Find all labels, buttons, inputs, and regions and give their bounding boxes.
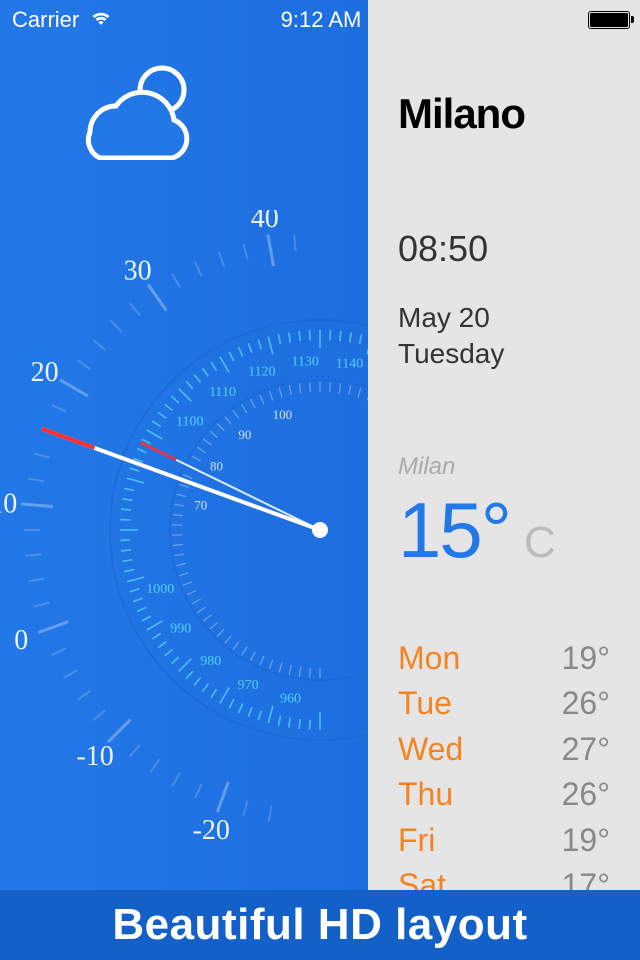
status-left: Carrier (0, 7, 218, 33)
carrier-label: Carrier (12, 7, 79, 33)
svg-text:990: 990 (170, 622, 191, 637)
forecast-day: Fri (398, 818, 435, 863)
forecast-row[interactable]: Fri 19° (398, 818, 640, 863)
forecast-row[interactable]: Wed 27° (398, 727, 640, 772)
forecast-temp: 19° (562, 818, 610, 863)
temperature-value: 15° (398, 485, 510, 576)
date-value: May 20 (398, 300, 640, 336)
forecast-day: Thu (398, 772, 453, 817)
date-display: May 20 Tuesday (398, 300, 640, 373)
battery-icon (588, 11, 630, 29)
status-time: 9:12 AM (218, 7, 424, 33)
svg-text:20: 20 (31, 357, 59, 388)
svg-text:-10: -10 (76, 741, 113, 772)
main-content: 403020100-10-20 115011401130112011101100… (0, 0, 640, 890)
weather-condition-icon (70, 60, 200, 165)
svg-text:100: 100 (273, 407, 293, 422)
svg-text:1120: 1120 (248, 364, 275, 379)
promo-banner: Beautiful HD layout (0, 890, 640, 960)
forecast-temp: 26° (562, 772, 610, 817)
svg-text:10: 10 (0, 488, 17, 519)
forecast-row[interactable]: Mon 19° (398, 636, 640, 681)
svg-text:80: 80 (210, 458, 223, 473)
forecast-row[interactable]: Thu 26° (398, 772, 640, 817)
svg-text:1100: 1100 (176, 415, 203, 430)
svg-text:0: 0 (14, 625, 28, 656)
svg-text:1140: 1140 (336, 357, 363, 372)
svg-text:90: 90 (238, 427, 251, 442)
weather-location: Milan (398, 453, 640, 481)
gauge-dial: 403020100-10-20 115011401130112011101100… (0, 210, 368, 850)
svg-text:70: 70 (194, 498, 207, 513)
forecast-row[interactable]: Tue 26° (398, 681, 640, 726)
forecast-day: Mon (398, 636, 460, 681)
wifi-icon (89, 7, 113, 33)
forecast-temp: 19° (562, 636, 610, 681)
gauge-panel[interactable]: 403020100-10-20 115011401130112011101100… (0, 0, 368, 890)
weekday-value: Tuesday (398, 336, 640, 372)
clock-time: 08:50 (398, 228, 640, 270)
svg-text:1000: 1000 (146, 582, 174, 597)
svg-text:960: 960 (280, 691, 301, 706)
forecast-list: Mon19°Tue26°Wed27°Thu26°Fri19°Sat17° (398, 636, 640, 909)
city-title: Milano (398, 90, 640, 138)
svg-text:-20: -20 (193, 815, 230, 846)
current-temperature: 15° C (398, 485, 640, 576)
forecast-day: Wed (398, 727, 463, 772)
svg-text:980: 980 (200, 654, 221, 669)
temperature-unit: C (524, 518, 556, 568)
status-right (424, 11, 640, 29)
status-bar: Carrier 9:12 AM (0, 0, 640, 40)
banner-text: Beautiful HD layout (112, 900, 527, 950)
svg-text:40: 40 (251, 210, 279, 234)
svg-text:1130: 1130 (291, 355, 318, 370)
forecast-day: Tue (398, 681, 452, 726)
forecast-temp: 27° (562, 727, 610, 772)
info-panel[interactable]: Milano 08:50 May 20 Tuesday Milan 15° C … (368, 0, 640, 890)
svg-text:1110: 1110 (209, 385, 236, 400)
svg-text:970: 970 (238, 678, 259, 693)
svg-text:30: 30 (124, 256, 152, 287)
forecast-temp: 26° (562, 681, 610, 726)
